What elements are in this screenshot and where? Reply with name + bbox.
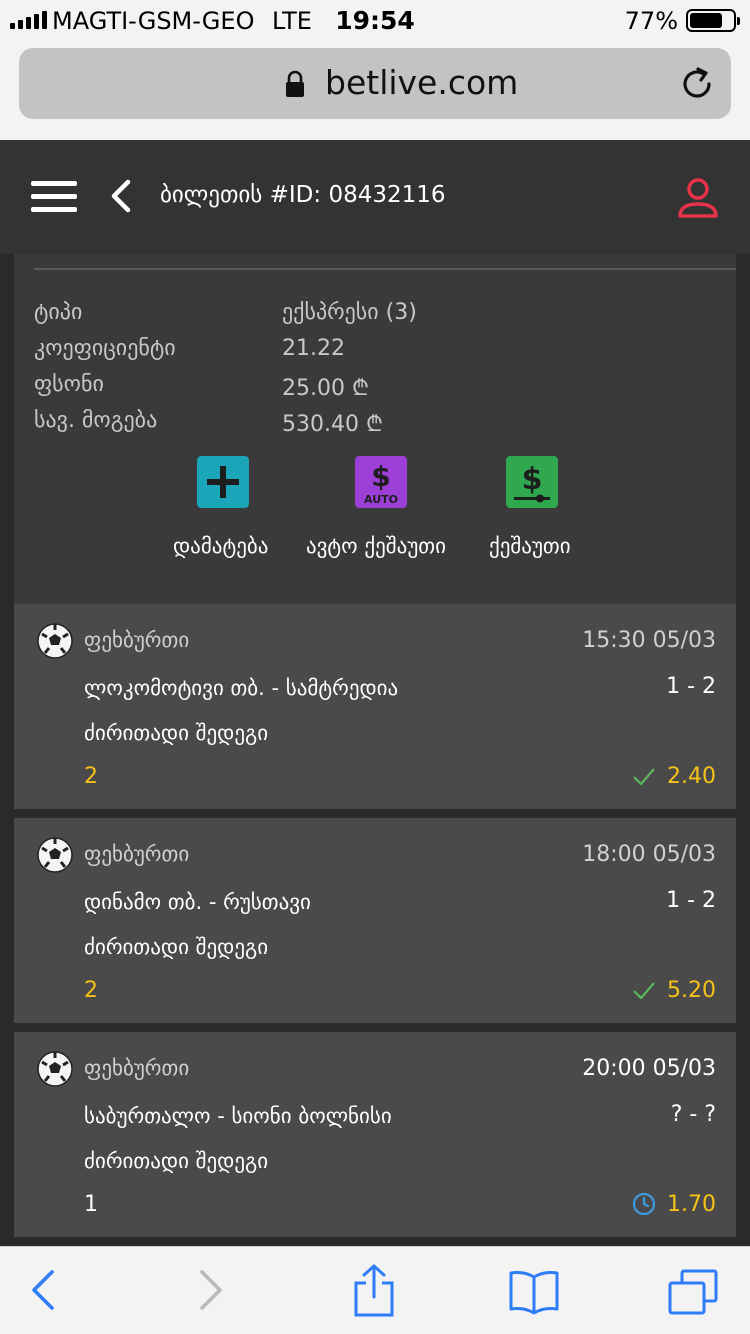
market-name: ძირითადი შედეგი <box>84 1149 269 1173</box>
bet-odd: 1.70 <box>667 1192 716 1217</box>
bet-card[interactable]: ფეხბურთი 18:00 05/03 დინამო თბ. - რუსთავ… <box>14 818 736 1023</box>
bet-odd: 5.20 <box>667 978 716 1003</box>
user-profile-icon[interactable] <box>676 176 720 220</box>
ticket-summary: ტიპი ექსპრესი (3) კოეფიციენტი 21.22 ფსონ… <box>14 254 736 604</box>
battery-icon <box>686 9 740 32</box>
bet-card[interactable]: ფეხბურთი 15:30 05/03 ლოკომოტივი თბ. - სა… <box>14 604 736 809</box>
bookmarks-icon[interactable] <box>508 1269 560 1315</box>
match-name: დინამო თბ. - რუსთავი <box>84 890 311 914</box>
browser-forward-icon[interactable] <box>198 1269 224 1311</box>
match-score: ? - ? <box>670 1102 716 1127</box>
battery-percent: 77% <box>624 7 678 35</box>
url-field[interactable]: betlive.com <box>19 48 731 119</box>
match-score: 1 - 2 <box>666 674 716 699</box>
app-header: ბილეთის #ID: 08432116 <box>0 140 750 254</box>
browser-toolbar <box>0 1246 750 1334</box>
bet-card[interactable]: ფეხბურთი 20:00 05/03 საბურთალო - სიონი ბ… <box>14 1032 736 1237</box>
reload-icon[interactable] <box>679 66 715 102</box>
soccer-ball-icon <box>37 1051 73 1087</box>
auto-badge: AUTO <box>364 493 398 506</box>
match-name: საბურთალო - სიონი ბოლნისი <box>84 1104 392 1128</box>
divider <box>34 268 736 270</box>
browser-back-icon[interactable] <box>30 1269 56 1311</box>
event-datetime: 15:30 05/03 <box>582 628 716 653</box>
stake-value: 25.00 ₾ <box>282 376 369 401</box>
market-name: ძირითადი შედეგი <box>84 935 269 959</box>
cashout-label[interactable]: ქეშაუთი <box>489 534 571 558</box>
back-arrow-icon[interactable] <box>106 178 136 214</box>
bet-pick: 2 <box>84 978 98 1003</box>
ticket-title: ბილეთის #ID: 08432116 <box>160 182 446 208</box>
soccer-ball-icon <box>37 837 73 873</box>
svg-text:$: $ <box>371 460 390 493</box>
match-name: ლოკომოტივი თბ. - სამტრედია <box>84 676 399 700</box>
cashout-icon[interactable]: $ <box>506 456 558 508</box>
browser-address-bar: betlive.com <box>0 40 750 140</box>
coefficient-value: 21.22 <box>282 336 345 361</box>
check-icon <box>633 982 655 1000</box>
market-name: ძირითადი შედეგი <box>84 721 269 745</box>
share-icon[interactable] <box>352 1263 396 1317</box>
potential-win-value: 530.40 ₾ <box>282 412 383 437</box>
bet-pick: 1 <box>84 1192 98 1217</box>
svg-text:$: $ <box>522 462 543 497</box>
type-value: ექსპრესი (3) <box>282 300 417 325</box>
sport-name: ფეხბურთი <box>84 1056 190 1080</box>
sport-name: ფეხბურთი <box>84 842 190 866</box>
check-icon <box>633 768 655 786</box>
match-score: 1 - 2 <box>666 888 716 913</box>
event-datetime: 20:00 05/03 <box>582 1056 716 1081</box>
status-bar: MAGTI-GSM-GEO LTE 19:54 77% <box>0 0 750 40</box>
add-button-label[interactable]: დამატება <box>173 534 268 558</box>
bet-odd: 2.40 <box>667 764 716 789</box>
lock-icon <box>286 70 304 97</box>
type-label: ტიპი <box>34 300 83 325</box>
tabs-icon[interactable] <box>668 1269 718 1315</box>
event-datetime: 18:00 05/03 <box>582 842 716 867</box>
coefficient-label: კოეფიციენტი <box>34 336 176 361</box>
plus-icon[interactable] <box>197 456 249 508</box>
auto-cashout-label[interactable]: ავტო ქეშაუთი <box>306 534 446 558</box>
stake-label: ფსონი <box>34 372 104 397</box>
potential-win-label: სავ. მოგება <box>34 408 158 433</box>
hamburger-menu-icon[interactable] <box>31 181 77 213</box>
clock-icon <box>632 1192 656 1216</box>
sport-name: ფეხბურთი <box>84 628 190 652</box>
bet-pick: 2 <box>84 764 98 789</box>
auto-cashout-icon[interactable]: $ AUTO <box>355 456 407 508</box>
url-text: betlive.com <box>325 63 519 102</box>
soccer-ball-icon <box>37 623 73 659</box>
